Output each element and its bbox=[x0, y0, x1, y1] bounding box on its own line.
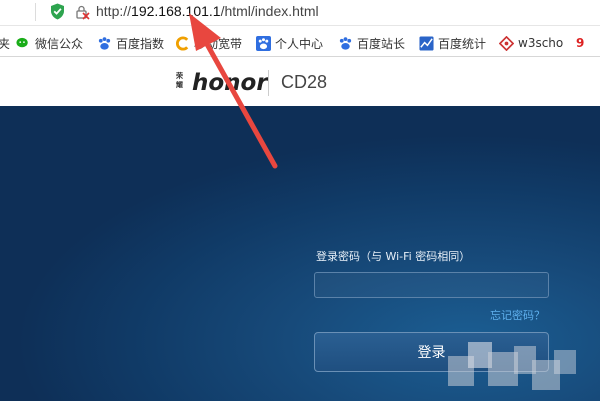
url-host: 192.168.101.1 bbox=[131, 3, 221, 19]
brand-logo-cn: 荣耀 bbox=[176, 72, 183, 89]
bookmark-baidu-stats[interactable]: 百度统计 bbox=[419, 34, 486, 52]
bookmark-mobile-broadband[interactable]: 移动宽带 bbox=[175, 34, 242, 52]
password-input[interactable] bbox=[314, 272, 549, 298]
bookmark-label: 百度站长 bbox=[357, 36, 406, 51]
w3-icon bbox=[499, 35, 514, 51]
bookmark-folder[interactable]: 夹 bbox=[0, 34, 10, 52]
bookmark-baidu-webmaster[interactable]: 百度站长 bbox=[338, 34, 405, 52]
bookmark-label: 个人中心 bbox=[275, 36, 324, 51]
bookmarks-bar: 夹 微信公众 百度指数 移动宽带 个人中心 百度站长 bbox=[0, 27, 600, 57]
bookmark-w3school[interactable]: w3scho bbox=[499, 34, 563, 52]
bookmark-label: 9 bbox=[576, 36, 585, 50]
forgot-password-link[interactable]: 忘记密码？ bbox=[490, 307, 545, 323]
bookmark-label: w3scho bbox=[518, 36, 564, 50]
baidu-paw-icon bbox=[339, 36, 352, 50]
url-scheme: http:// bbox=[96, 3, 132, 19]
mobile-c-icon bbox=[175, 36, 189, 50]
url-field[interactable]: http://192.168.101.1/html/index.html bbox=[96, 3, 319, 19]
bookmark-note[interactable]: 9 bbox=[576, 34, 584, 52]
address-bar[interactable]: http://192.168.101.1/html/index.html bbox=[0, 0, 600, 26]
bookmark-personal-center[interactable]: 个人中心 bbox=[256, 34, 323, 52]
url-path: /html/index.html bbox=[220, 3, 319, 19]
insecure-lock-icon[interactable] bbox=[74, 4, 90, 20]
bookmark-label: 百度指数 bbox=[116, 36, 165, 51]
baidu-paw-icon bbox=[256, 35, 271, 51]
bookmark-label: 百度统计 bbox=[438, 36, 487, 51]
brand-logo: honor bbox=[192, 70, 268, 96]
header-divider bbox=[268, 70, 269, 96]
bookmark-label: 微信公众 bbox=[35, 36, 84, 51]
bookmark-baidu-index[interactable]: 百度指数 bbox=[97, 34, 164, 52]
wechat-icon bbox=[16, 37, 28, 47]
blurred-region bbox=[448, 342, 578, 401]
bookmark-label: 移动宽带 bbox=[194, 36, 243, 51]
device-model: CD28 bbox=[281, 72, 328, 92]
baidu-paw-icon bbox=[98, 36, 111, 50]
bookmark-wechat[interactable]: 微信公众 bbox=[16, 34, 83, 52]
toolbar-divider bbox=[35, 3, 36, 21]
chart-icon bbox=[419, 35, 434, 51]
shield-check-icon[interactable] bbox=[50, 3, 65, 20]
password-label: 登录密码（与 Wi-Fi 密码相同） bbox=[316, 250, 471, 263]
bookmark-label: 夹 bbox=[0, 35, 10, 52]
